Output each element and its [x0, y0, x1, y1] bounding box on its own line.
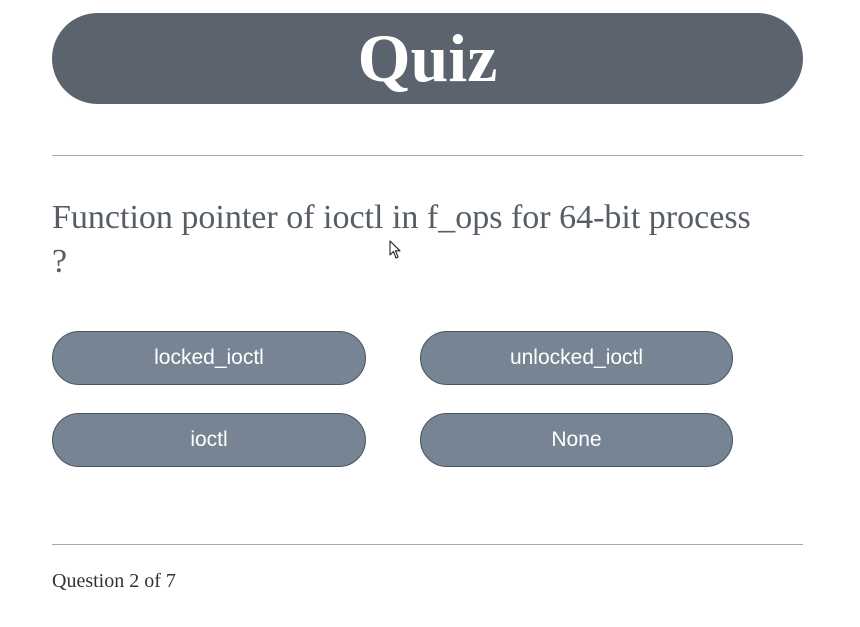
quiz-page: Quiz Function pointer of ioctl in f_ops …	[0, 0, 860, 627]
answer-button-4[interactable]: None	[420, 413, 733, 467]
quiz-header: Quiz	[52, 13, 803, 104]
quiz-title: Quiz	[357, 19, 498, 96]
answer-button-3[interactable]: ioctl	[52, 413, 366, 467]
answer-button-2[interactable]: unlocked_ioctl	[420, 331, 733, 385]
question-progress: Question 2 of 7	[52, 570, 176, 592]
mouse-pointer-icon	[389, 240, 401, 259]
answer-button-1[interactable]: locked_ioctl	[52, 331, 366, 385]
bottom-divider	[52, 544, 803, 545]
top-divider	[52, 155, 803, 156]
question-text: Function pointer of ioctl in f_ops for 6…	[52, 199, 751, 280]
